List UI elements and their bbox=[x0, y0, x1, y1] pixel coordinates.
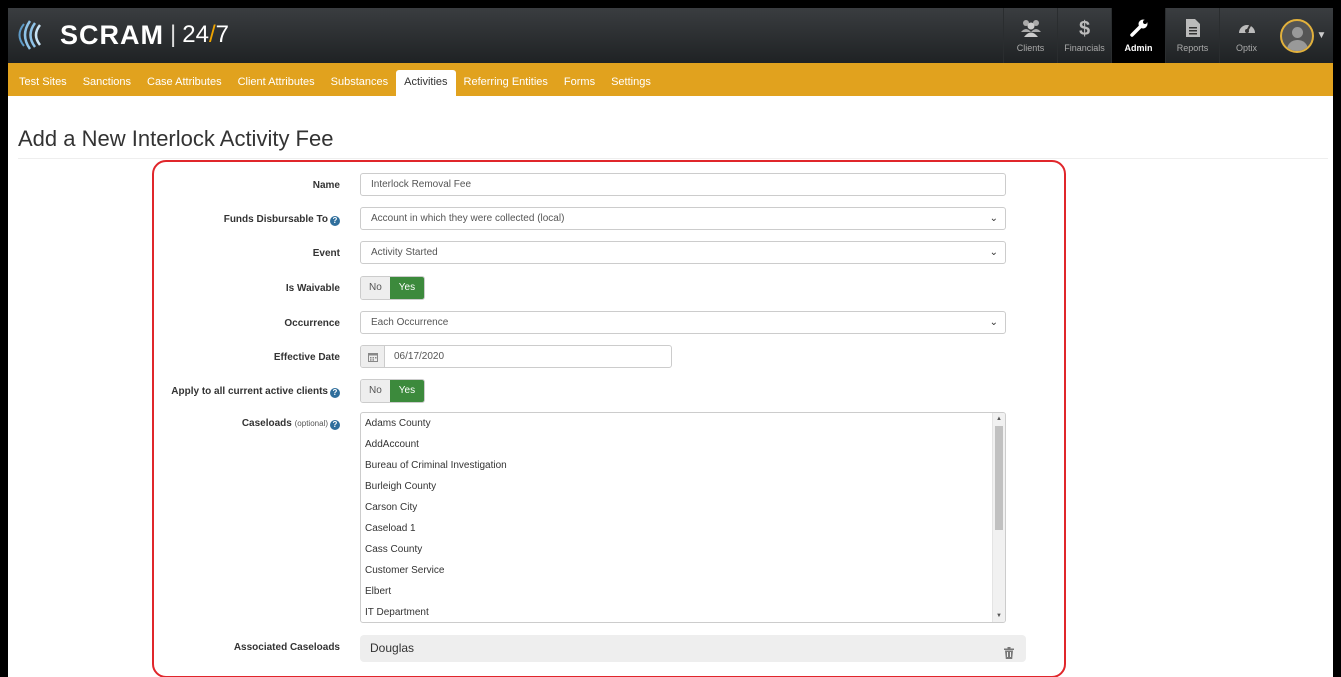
event-select[interactable]: Activity Started ⌄ bbox=[360, 241, 1006, 264]
funds-disbursable-label-text: Funds Disbursable To bbox=[223, 214, 328, 225]
occurrence-select[interactable]: Each Occurrence ⌄ bbox=[360, 311, 1006, 334]
users-icon bbox=[1020, 18, 1042, 42]
trash-icon[interactable] bbox=[1004, 642, 1014, 659]
nav-clients[interactable]: Clients bbox=[1003, 8, 1057, 63]
dollar-icon: $ bbox=[1078, 18, 1091, 40]
list-item[interactable]: Carson City bbox=[361, 497, 1005, 518]
list-item[interactable]: AddAccount bbox=[361, 434, 1005, 455]
chevron-down-icon: ⌄ bbox=[989, 213, 998, 224]
title-divider bbox=[18, 158, 1328, 159]
nav-reports-label: Reports bbox=[1176, 43, 1209, 53]
list-item[interactable]: IT Department bbox=[361, 602, 1005, 622]
is-waivable-yes-button[interactable]: Yes bbox=[389, 277, 425, 299]
list-item[interactable]: Caseload 1 bbox=[361, 518, 1005, 539]
scroll-up-arrow-icon[interactable]: ▲ bbox=[993, 413, 1005, 425]
event-label: Event bbox=[312, 248, 340, 259]
caseloads-scrollbar[interactable]: ▲ ▼ bbox=[992, 413, 1005, 622]
list-item[interactable]: Bureau of Criminal Investigation bbox=[361, 455, 1005, 476]
list-item[interactable]: Elbert bbox=[361, 581, 1005, 602]
apply-all-clients-label: Apply to all current active clients? bbox=[158, 386, 340, 398]
document-icon bbox=[1185, 18, 1201, 42]
brand-suffix-slash: / bbox=[208, 21, 216, 48]
nav-admin-label: Admin bbox=[1124, 43, 1153, 53]
effective-date-input[interactable]: 06/17/2020 bbox=[385, 346, 444, 367]
nav-clients-label: Clients bbox=[1016, 43, 1045, 53]
page-title: Add a New Interlock Activity Fee bbox=[18, 126, 334, 151]
brand-divider: | bbox=[170, 21, 177, 48]
occurrence-label: Occurrence bbox=[284, 318, 340, 329]
funds-disbursable-label: Funds Disbursable To? bbox=[168, 214, 340, 226]
help-icon[interactable]: ? bbox=[330, 420, 340, 430]
apply-all-clients-toggle: No Yes bbox=[360, 379, 426, 403]
scram-logo-icon bbox=[16, 18, 54, 52]
nav-financials-label: Financials bbox=[1064, 43, 1105, 53]
gauge-icon bbox=[1237, 18, 1257, 42]
subnav-forms[interactable]: Forms bbox=[556, 70, 603, 96]
list-item[interactable]: Burleigh County bbox=[361, 476, 1005, 497]
is-waivable-toggle: No Yes bbox=[360, 276, 426, 300]
caseloads-label: Caseloads (optional)? bbox=[168, 418, 340, 430]
help-icon[interactable]: ? bbox=[330, 388, 340, 398]
caseloads-optional-note: (optional) bbox=[294, 419, 328, 428]
subnav-referring-entities[interactable]: Referring Entities bbox=[456, 70, 556, 96]
apply-all-clients-label-text: Apply to all current active clients bbox=[171, 386, 328, 397]
avatar bbox=[1279, 18, 1314, 53]
subnav-sanctions[interactable]: Sanctions bbox=[75, 70, 139, 96]
caseloads-label-text: Caseloads bbox=[241, 418, 292, 429]
calendar-icon[interactable] bbox=[361, 346, 385, 367]
subnav-settings[interactable]: Settings bbox=[603, 70, 659, 96]
funds-disbursable-select[interactable]: Account in which they were collected (lo… bbox=[360, 207, 1006, 230]
chevron-down-icon: ▼ bbox=[1316, 30, 1327, 41]
scroll-thumb[interactable] bbox=[995, 426, 1003, 530]
subnav-case-attributes[interactable]: Case Attributes bbox=[139, 70, 230, 96]
associated-caseloads-label: Associated Caseloads bbox=[233, 642, 340, 653]
nav-optix-label: Optix bbox=[1235, 43, 1257, 53]
help-icon[interactable]: ? bbox=[330, 216, 340, 226]
name-label: Name bbox=[312, 180, 340, 191]
occurrence-value: Each Occurrence bbox=[371, 317, 449, 328]
is-waivable-no-button[interactable]: No bbox=[361, 277, 390, 299]
nav-financials[interactable]: $ Financials bbox=[1057, 8, 1111, 63]
associated-caseload-name: Douglas bbox=[370, 641, 415, 655]
associated-caseload-item: Douglas bbox=[360, 635, 1026, 662]
brand-suffix: 24/7 bbox=[182, 21, 229, 49]
list-item[interactable]: Adams County bbox=[361, 413, 1005, 434]
chevron-down-icon: ⌄ bbox=[989, 247, 998, 258]
nav-admin[interactable]: Admin bbox=[1111, 8, 1165, 63]
list-item[interactable]: Customer Service bbox=[361, 560, 1005, 581]
effective-date-field[interactable]: 06/17/2020 bbox=[360, 345, 672, 368]
list-item[interactable]: Cass County bbox=[361, 539, 1005, 560]
subnav-activities[interactable]: Activities bbox=[396, 70, 456, 96]
funds-disbursable-value: Account in which they were collected (lo… bbox=[371, 213, 565, 224]
admin-subnav: Test Sites Sanctions Case Attributes Cli… bbox=[8, 63, 1333, 96]
effective-date-label: Effective Date bbox=[273, 352, 340, 363]
scroll-down-arrow-icon[interactable]: ▼ bbox=[993, 610, 1005, 622]
subnav-test-sites[interactable]: Test Sites bbox=[11, 70, 75, 96]
scram-logo[interactable]: SCRAM | 24/7 bbox=[16, 18, 229, 52]
brand-suffix-24: 24 bbox=[182, 21, 209, 48]
caseloads-listbox[interactable]: Adams County AddAccount Bureau of Crimin… bbox=[360, 412, 1006, 623]
brand-suffix-7: 7 bbox=[215, 21, 229, 48]
is-waivable-label: Is Waivable bbox=[285, 283, 340, 294]
subnav-substances[interactable]: Substances bbox=[323, 70, 396, 96]
app-frame: SCRAM | 24/7 Clients $ Financials Admin bbox=[0, 0, 1341, 677]
nav-optix[interactable]: Optix bbox=[1219, 8, 1273, 63]
main-nav: Clients $ Financials Admin Reports Optix… bbox=[1003, 8, 1333, 63]
event-value: Activity Started bbox=[371, 247, 438, 258]
user-menu[interactable]: ▼ bbox=[1273, 8, 1333, 63]
nav-reports[interactable]: Reports bbox=[1165, 8, 1219, 63]
subnav-client-attributes[interactable]: Client Attributes bbox=[230, 70, 323, 96]
wrench-icon bbox=[1129, 18, 1149, 42]
brand-name: SCRAM bbox=[60, 19, 164, 50]
chevron-down-icon: ⌄ bbox=[989, 317, 998, 328]
apply-all-no-button[interactable]: No bbox=[361, 380, 390, 402]
name-input[interactable]: Interlock Removal Fee bbox=[360, 173, 1006, 196]
top-navbar: SCRAM | 24/7 Clients $ Financials Admin bbox=[8, 8, 1333, 63]
apply-all-yes-button[interactable]: Yes bbox=[389, 380, 425, 402]
